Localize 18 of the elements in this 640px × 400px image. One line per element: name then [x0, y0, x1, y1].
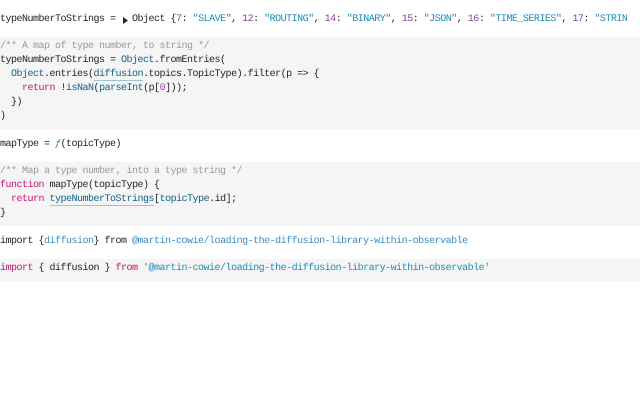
code-line: Object.entries(diffusion.topics.TopicType).filter(p => {	[10, 68, 320, 82]
cell-output-name: mapType =	[0, 138, 51, 152]
code-line: return !isNaN(parseInt(p[0]));	[21, 82, 188, 96]
cell-output-value: ƒ(topicType)	[55, 138, 122, 152]
code-line: })	[10, 96, 24, 110]
code-line: }	[0, 207, 7, 221]
code-line: /** Map a type number, into a type string */	[0, 165, 244, 179]
cell-output-name: typeNumberToStrings =	[0, 13, 117, 27]
expand-triangle-icon[interactable]	[123, 16, 128, 24]
code-line: typeNumberToStrings = Object.fromEntries(	[0, 54, 227, 68]
code-line: /** A map of type number, to string */	[0, 40, 210, 54]
cell-output-name: import {diffusion} from	[0, 235, 128, 249]
code-line: import { diffusion } from '@martin-cowie/loading-the-diffusion-library-within-observable'	[0, 262, 491, 276]
cell-output-value: @martin-cowie/loading-the-diffusion-library-within-observable	[132, 235, 468, 249]
code-line: )	[0, 110, 7, 124]
code-line: return typeNumberToStrings[topicType.id];	[10, 193, 238, 207]
cell-output-value: Object {7: "SLAVE", 12: "ROUTING", 14: "BINARY", 15: "JSON", 16: "TIME_SERIES", 17: "STRIN	[132, 13, 628, 27]
code-line: function mapType(topicType) {	[0, 179, 161, 193]
